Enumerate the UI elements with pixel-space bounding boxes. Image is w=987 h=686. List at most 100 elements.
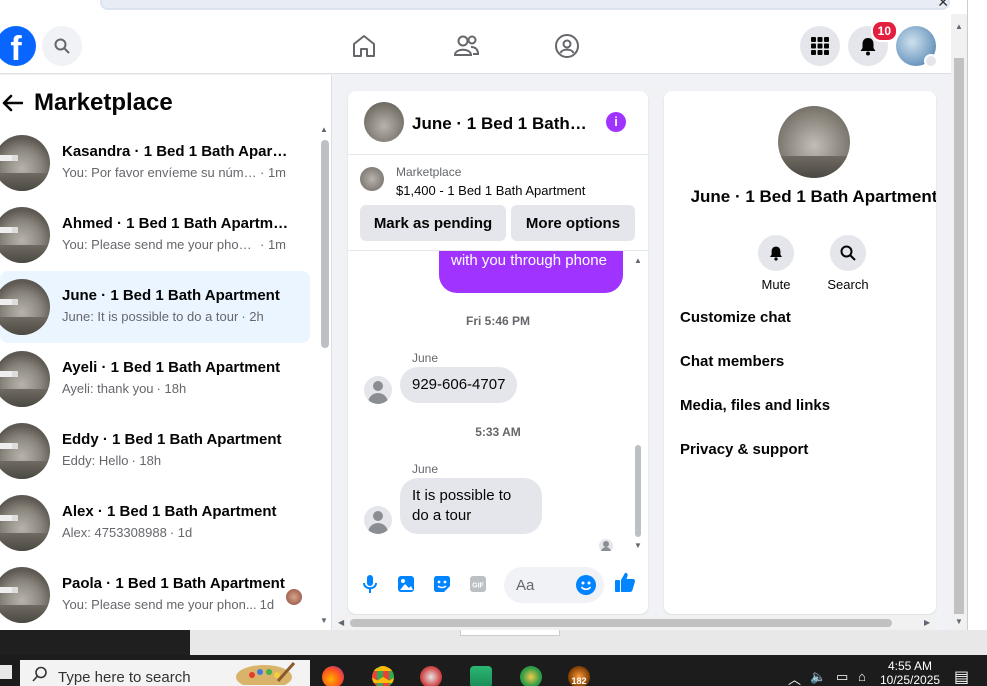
emoji-icon[interactable] [576,575,596,595]
taskbar-time: 4:55 AM [887,659,933,673]
paint-palette-icon[interactable] [234,661,296,686]
mute-label: Mute [761,277,791,292]
gif-label: GIF [472,583,484,590]
page-scroll-left-arrow-icon[interactable]: ◀ [338,618,344,627]
info-icon[interactable]: i [606,112,626,132]
chat-preview: June: It is possible to do a tour · 2h [62,309,292,324]
menu-button[interactable] [800,26,840,66]
page-scroll-down-arrow-icon[interactable]: ▼ [955,617,963,626]
home-tab[interactable] [350,32,378,60]
chat-list-item[interactable]: Paola · 1 Bed 1 Bath Apartment You: Plea… [0,559,310,630]
photo-icon[interactable] [395,573,417,595]
volume-icon[interactable]: 🔈 [810,669,826,685]
search-in-chat-button[interactable]: Search [818,235,878,292]
gif-icon[interactable]: GIF [467,573,489,595]
page-vertical-scrollbar-thumb[interactable] [954,58,964,614]
chat-list-item[interactable]: Alex · 1 Bed 1 Bath Apartment Alex: 4753… [0,487,310,559]
chrome-icon[interactable] [372,666,394,686]
scroll-down-arrow-icon[interactable]: ▼ [634,541,642,550]
close-icon[interactable]: ✕ [937,0,949,11]
scroll-up-arrow-icon[interactable]: ▲ [320,125,328,134]
seen-avatar [286,589,302,605]
facebook-logo[interactable]: f [0,26,36,66]
chat-info-menu: Customize chat Chat members Media, files… [680,309,830,485]
battery-icon[interactable]: ▭ [836,669,848,685]
chat-list-item[interactable]: Ayeli · 1 Bed 1 Bath Apartment Ayeli: th… [0,343,310,415]
listing-mini-thumbnail[interactable] [360,167,384,191]
conversation-title[interactable]: June · 1 Bed 1 Bath Apartment [412,114,587,134]
security-shield-icon[interactable] [470,666,492,686]
app-icon-paint[interactable] [420,666,442,686]
chat-time: 1d [259,597,275,612]
chat-time: · 18h [131,453,162,468]
mark-as-pending-button[interactable]: Mark as pending [360,205,506,241]
chat-list-item[interactable]: Kasandra · 1 Bed 1 Bath Apartment You: P… [0,127,310,199]
page-scroll-up-arrow-icon[interactable]: ▲ [955,22,963,31]
chat-preview: Eddy: Hello · 18h [62,453,292,468]
address-bar[interactable] [100,0,950,10]
taskbar-clock[interactable]: 4:55 AM 10/25/2025 [880,659,940,686]
scroll-up-arrow-icon[interactable]: ▲ [634,256,642,265]
groups-icon [555,34,579,58]
seen-indicator-avatar [599,539,613,551]
chat-preview-text: June: It is possible to do a tour [62,309,239,324]
search-icon [54,38,70,54]
chat-list-scrollbar[interactable] [321,140,329,348]
more-options-button[interactable]: More options [511,205,635,241]
app-icon-x[interactable] [520,666,542,686]
chat-preview-text: You: Por favor envíeme su númer... [62,165,257,180]
chat-list-item[interactable]: Eddy · 1 Bed 1 Bath Apartment Eddy: Hell… [0,415,310,487]
thumbs-up-icon[interactable] [614,571,636,593]
chat-preview-text: You: Please send me your phone ... [62,237,257,252]
app-badge-icon[interactable]: 182 [568,666,590,686]
message-scrollbar[interactable] [635,445,641,537]
network-icon[interactable]: ⌂ [858,669,866,684]
grid-menu-icon [811,37,829,55]
chat-info-pane: June · 1 Bed 1 Bath Apartment Mute Searc… [664,91,936,614]
chat-time: · 18h [156,381,187,396]
chat-list-item-active[interactable]: June · 1 Bed 1 Bath Apartment June: It i… [0,271,310,343]
chat-title: Ayeli · 1 Bed 1 Bath Apartment [62,359,281,376]
windows-start-icon[interactable] [0,665,12,679]
mute-button[interactable]: Mute [746,235,806,292]
page-horizontal-scrollbar-thumb[interactable] [350,619,892,627]
chevron-up-icon[interactable]: ︿ [788,669,801,686]
chevron-down-icon[interactable] [924,54,938,68]
search-icon [32,666,48,686]
conversation-thumbnail[interactable] [364,102,404,142]
microphone-icon[interactable] [359,573,381,595]
message-timestamp: Fri 5:46 PM [465,314,531,328]
notifications-center-icon[interactable]: ▤ [954,667,969,686]
sticker-icon[interactable] [431,573,453,595]
firefox-icon[interactable] [322,666,344,686]
listing-source: Marketplace [396,165,462,179]
chat-info-thumbnail[interactable] [778,106,850,178]
sender-avatar[interactable] [364,506,392,534]
chat-preview: You: Please send me your phone ... · 1m [62,237,292,252]
chat-preview-text: You: Please send me your phon... [62,597,257,612]
profile-avatar[interactable] [896,26,938,68]
chat-title: Eddy · 1 Bed 1 Bath Apartment [62,431,282,448]
chat-title: Ahmed · 1 Bed 1 Bath Apartment [62,215,290,232]
chat-list: Kasandra · 1 Bed 1 Bath Apartment You: P… [0,127,310,630]
listing-name[interactable]: $1,400 - 1 Bed 1 Bath Apartment [396,183,585,198]
back-arrow-icon[interactable] [0,94,24,112]
notifications-button[interactable]: 10 [848,20,898,66]
chat-preview: Alex: 4753308988 · 1d [62,525,292,540]
friends-tab[interactable] [452,32,480,60]
sender-avatar[interactable] [364,376,392,404]
chat-list-item[interactable]: Ahmed · 1 Bed 1 Bath Apartment You: Plea… [0,199,310,271]
page-scroll-right-arrow-icon[interactable]: ▶ [924,618,930,627]
chat-time: · 1m [260,237,286,252]
chat-time: · 1m [260,165,286,180]
page-title: Marketplace [34,89,173,116]
media-files-links-item[interactable]: Media, files and links [680,397,830,441]
taskbar-date: 10/25/2025 [880,673,941,686]
privacy-support-item[interactable]: Privacy & support [680,441,830,485]
groups-tab[interactable] [553,32,581,60]
chat-title: Alex · 1 Bed 1 Bath Apartment [62,503,277,520]
search-button[interactable] [42,26,82,66]
chat-members-item[interactable]: Chat members [680,353,830,397]
scroll-down-arrow-icon[interactable]: ▼ [320,616,328,625]
customize-chat-item[interactable]: Customize chat [680,309,830,353]
